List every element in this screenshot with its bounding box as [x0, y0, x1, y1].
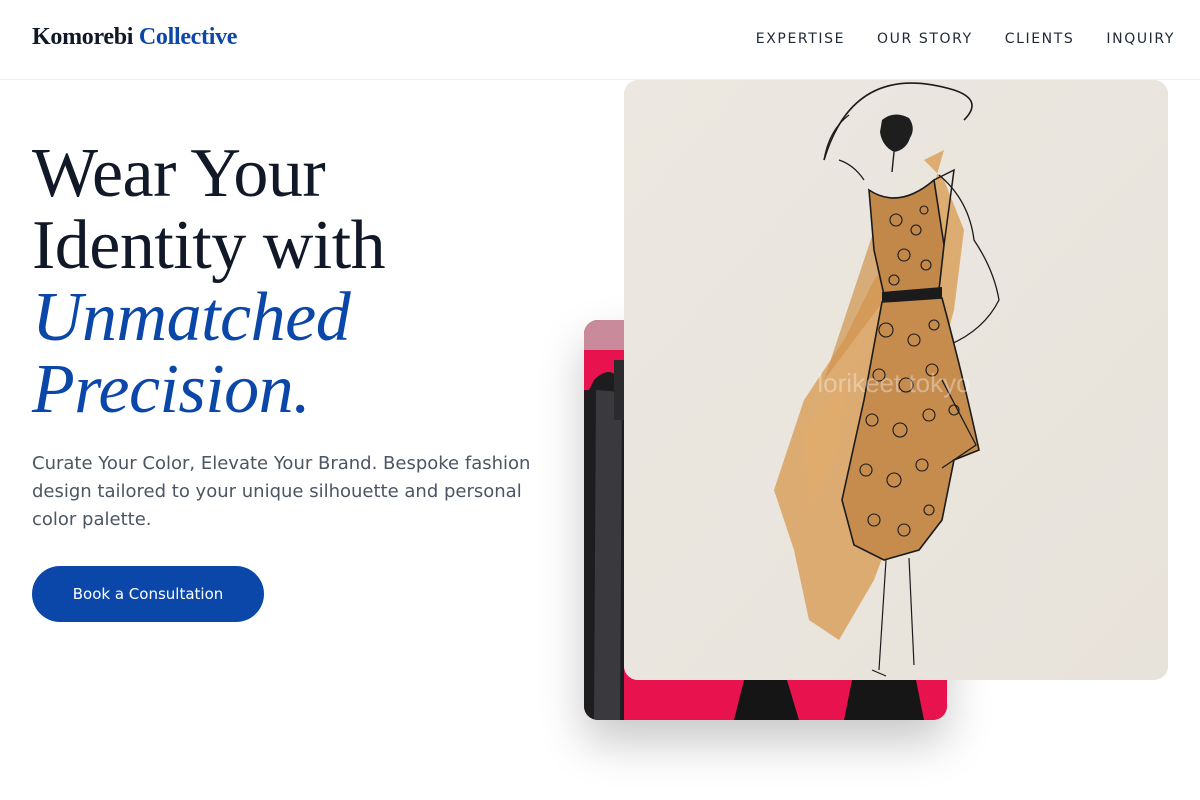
nav-link-expertise[interactable]: EXPERTISE: [756, 31, 845, 47]
brand-name-main: Komorebi: [32, 24, 134, 50]
hero-subtitle: Curate Your Color, Elevate Your Brand. B…: [32, 453, 531, 530]
hero-title-line-2: Identity with: [32, 207, 386, 284]
nav-link-inquiry[interactable]: INQUIRY: [1106, 31, 1175, 47]
book-consultation-button[interactable]: Book a Consultation: [32, 566, 264, 622]
photo-watermark: lorikeet tokyo: [817, 368, 970, 398]
brand-name-accent: Collective: [138, 24, 238, 50]
brand-logo[interactable]: Komorebi Collective: [32, 24, 237, 51]
hero-title-line-1: Wear Your: [32, 135, 326, 212]
hero-title-accent-line-1: Unmatched: [32, 279, 351, 356]
fashion-sketch-card: lorikeet tokyo: [624, 80, 1168, 680]
hero-title-accent-line-2: Precision.: [32, 351, 311, 428]
fashion-sketch-illustration: lorikeet tokyo: [624, 80, 1168, 680]
hero-title: Wear Your Identity with Unmatched Precis…: [32, 135, 386, 428]
site-header: Komorebi Collective EXPERTISE OUR STORY …: [0, 0, 1200, 80]
nav-link-our-story[interactable]: OUR STORY: [877, 31, 973, 47]
main-nav: EXPERTISE OUR STORY CLIENTS INQUIRY: [756, 31, 1175, 47]
nav-link-clients[interactable]: CLIENTS: [1005, 31, 1075, 47]
